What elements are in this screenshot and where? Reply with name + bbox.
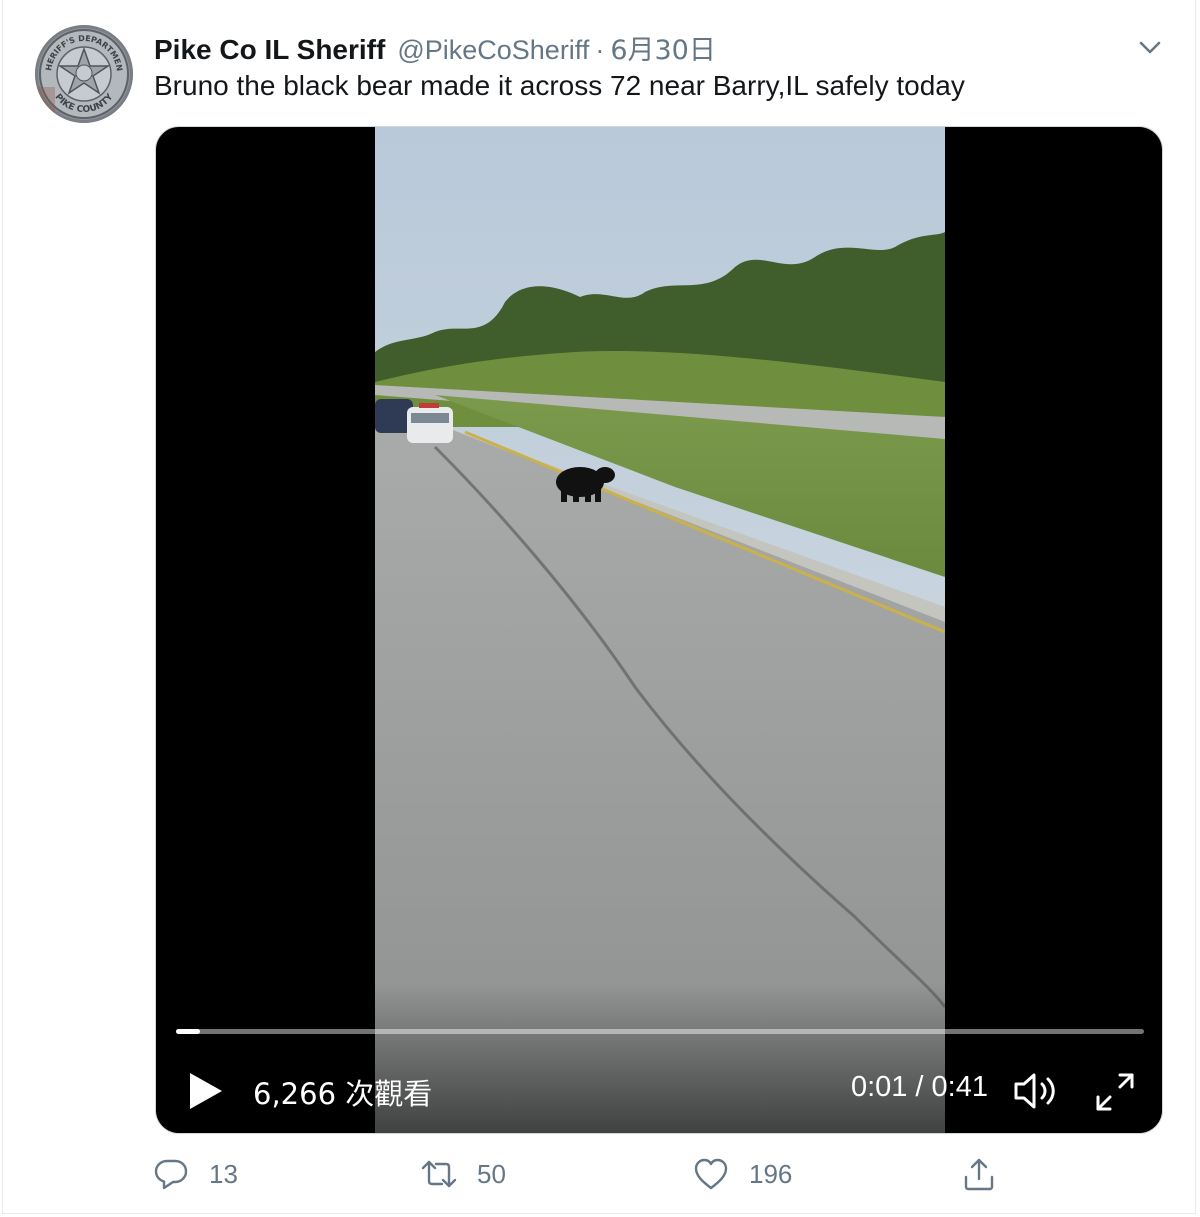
tweet-text: Bruno the black bear made it across 72 n…	[154, 70, 965, 101]
volume-icon	[1014, 1073, 1055, 1109]
like-count: 196	[749, 1158, 793, 1189]
sheriff-badge-icon: SHERIFF'S DEPARTMENT PIKE COUNTY	[35, 25, 129, 123]
retweet-button[interactable]: 50	[421, 1152, 506, 1196]
volume-button[interactable]	[1012, 1069, 1062, 1113]
tweet-menu-button[interactable]	[1135, 32, 1165, 62]
fullscreen-icon	[1096, 1073, 1134, 1111]
reply-button[interactable]: 13	[153, 1152, 238, 1196]
video-progress-fill	[176, 1029, 201, 1034]
tweet-card[interactable]: SHERIFF'S DEPARTMENT PIKE COUNTY Pike Co…	[2, 0, 1196, 1214]
video-progress-bar[interactable]	[176, 1029, 1144, 1034]
retweet-count: 50	[477, 1158, 506, 1189]
tweet-header: Pike Co IL Sheriff @PikeCoSheriff · 6月30…	[154, 28, 716, 67]
play-button[interactable]	[186, 1069, 226, 1113]
chevron-down-icon	[1139, 41, 1161, 54]
separator-dot: ·	[595, 35, 605, 65]
author-name[interactable]: Pike Co IL Sheriff	[154, 34, 385, 66]
retweet-icon	[421, 1160, 457, 1188]
tweet-date[interactable]: 6月30日	[610, 28, 716, 67]
reply-icon	[154, 1159, 188, 1190]
video-time: 0:01 / 0:41	[850, 1071, 988, 1103]
reply-count: 13	[209, 1158, 238, 1189]
share-button[interactable]	[961, 1152, 997, 1196]
heart-icon	[694, 1158, 728, 1190]
play-icon	[190, 1073, 222, 1109]
tweet-actions: 13 50 196	[153, 1152, 1013, 1196]
fullscreen-button[interactable]	[1094, 1071, 1136, 1113]
author-handle[interactable]: @PikeCoSheriff	[397, 35, 589, 66]
view-count: 6,266 次觀看	[253, 1077, 433, 1111]
like-button[interactable]: 196	[693, 1152, 792, 1196]
video-player[interactable]: 6,266 次觀看 0:01 / 0:41	[155, 126, 1163, 1134]
share-icon	[964, 1158, 994, 1191]
avatar[interactable]: SHERIFF'S DEPARTMENT PIKE COUNTY	[35, 25, 133, 123]
